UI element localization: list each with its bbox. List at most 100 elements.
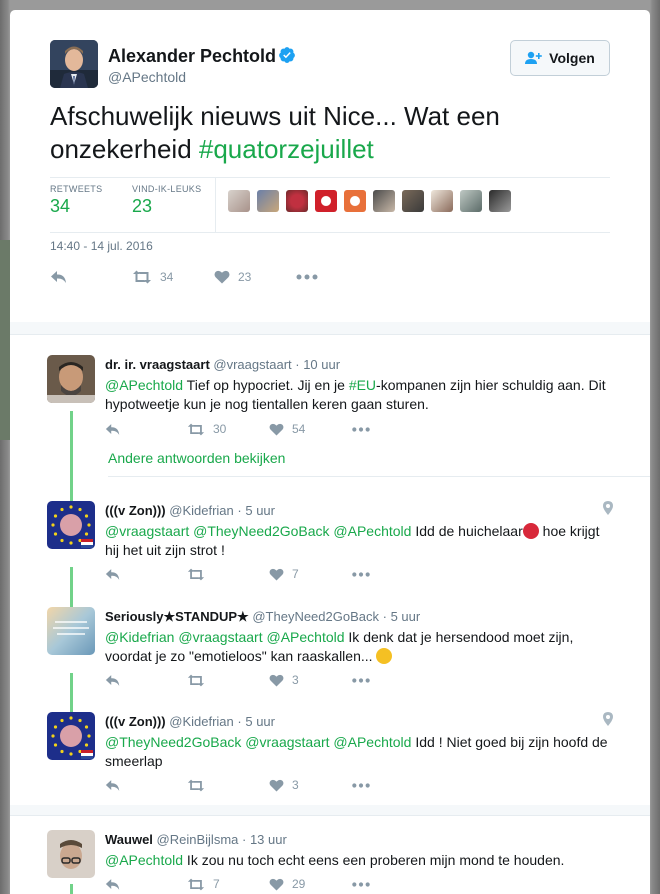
reply-button[interactable] xyxy=(50,270,132,284)
liker-avatar[interactable] xyxy=(489,190,511,212)
like-button[interactable]: 3 xyxy=(269,673,351,687)
retweet-count: 7 xyxy=(213,877,220,891)
liker-avatar[interactable] xyxy=(286,190,308,212)
reply-button[interactable] xyxy=(105,568,187,581)
reply-header: (((v Zon))) @Kidefrian · 5 uur xyxy=(105,714,275,729)
liker-avatar[interactable] xyxy=(315,190,337,212)
liker-avatar[interactable] xyxy=(257,190,279,212)
like-count: 7 xyxy=(292,567,299,581)
location-pin-icon[interactable] xyxy=(602,501,614,515)
retweets-count: 34 xyxy=(50,196,71,216)
more-button[interactable] xyxy=(351,571,371,577)
reply-button[interactable] xyxy=(105,674,187,687)
stats-divider xyxy=(215,178,216,232)
like-button[interactable]: 23 xyxy=(214,270,296,284)
retweet-icon xyxy=(187,423,205,435)
reply-author-handle[interactable]: @ReinBijlsma xyxy=(157,832,239,847)
retweet-count: 34 xyxy=(160,270,174,284)
retweet-button[interactable]: 30 xyxy=(187,422,269,436)
reply-time[interactable]: · 13 uur xyxy=(242,832,287,847)
like-button[interactable]: 3 xyxy=(269,778,351,792)
reply-time[interactable]: · 10 uur xyxy=(295,357,340,372)
author-handle[interactable]: @APechtold xyxy=(108,69,186,85)
reply-header: dr. ir. vraagstaart @vraagstaart · 10 uu… xyxy=(105,357,340,372)
likes-label: VIND-IK-LEUKS xyxy=(132,184,202,194)
reply-card: Wauwel @ReinBijlsma · 13 uur @APechtold … xyxy=(10,815,650,894)
more-button[interactable] xyxy=(296,274,318,280)
like-button[interactable]: 29 xyxy=(269,877,351,891)
main-tweet: Alexander Pechtold @APechtold Volgen Afs… xyxy=(10,10,650,322)
reply-avatar[interactable] xyxy=(47,607,95,655)
mention-link[interactable]: @APechtold xyxy=(105,852,183,868)
like-count: 23 xyxy=(238,270,252,284)
tweet-timestamp[interactable]: 14:40 - 14 jul. 2016 xyxy=(50,239,153,253)
liker-avatar[interactable] xyxy=(373,190,395,212)
reply-author-handle[interactable]: @Kidefrian xyxy=(169,714,234,729)
more-button[interactable] xyxy=(351,677,371,683)
reply-author-handle[interactable]: @vraagstaart xyxy=(213,357,291,372)
reply-author-name[interactable]: Wauwel xyxy=(105,832,153,847)
liker-avatar[interactable] xyxy=(344,190,366,212)
heart-icon xyxy=(269,423,284,436)
reply-author-handle[interactable]: @Kidefrian xyxy=(169,503,234,518)
reply-icon xyxy=(105,674,120,686)
reply-author-handle[interactable]: @TheyNeed2GoBack xyxy=(252,609,379,624)
retweet-button[interactable]: 34 xyxy=(132,270,214,284)
reply-button[interactable] xyxy=(105,779,187,792)
more-icon xyxy=(296,274,318,280)
mention-link[interactable]: @TheyNeed2GoBack @vraagstaart @APechtold xyxy=(105,734,411,750)
reply-avatar[interactable] xyxy=(47,501,95,549)
retweet-icon xyxy=(187,779,205,791)
more-button[interactable] xyxy=(351,426,371,432)
more-button[interactable] xyxy=(351,782,371,788)
reply-avatar[interactable] xyxy=(47,712,95,760)
reply-author-name[interactable]: (((v Zon))) xyxy=(105,503,166,518)
retweet-button[interactable]: 7 xyxy=(187,877,269,891)
likes-stat[interactable]: VIND-IK-LEUKS 23 xyxy=(132,184,201,217)
liker-avatar[interactable] xyxy=(431,190,453,212)
reply-icon xyxy=(51,271,66,283)
mention-link[interactable]: @Kidefrian @vraagstaart @APechtold xyxy=(105,629,345,645)
reply-time[interactable]: · 5 uur xyxy=(237,714,275,729)
mention-link[interactable]: @vraagstaart @TheyNeed2GoBack @APechtold xyxy=(105,523,411,539)
likes-count: 23 xyxy=(132,196,153,216)
reply-time[interactable]: · 5 uur xyxy=(237,503,275,518)
liker-avatar[interactable] xyxy=(460,190,482,212)
like-button[interactable]: 7 xyxy=(269,567,351,581)
reply-avatar[interactable] xyxy=(47,830,95,878)
reply-button[interactable] xyxy=(105,423,187,436)
more-icon xyxy=(352,881,370,887)
liker-avatar[interactable] xyxy=(402,190,424,212)
heart-icon xyxy=(269,779,284,792)
reply-actions: 3 xyxy=(105,673,371,687)
reply-header: Seriously★STANDUP★ @TheyNeed2GoBack · 5 … xyxy=(105,609,420,625)
author-avatar[interactable] xyxy=(50,40,98,88)
retweet-button[interactable] xyxy=(187,779,269,792)
reply-author-name[interactable]: (((v Zon))) xyxy=(105,714,166,729)
author-name[interactable]: Alexander Pechtold xyxy=(108,46,276,67)
hashtag-link[interactable]: #EU xyxy=(349,377,376,393)
tweet-actions: 34 23 xyxy=(50,270,318,284)
location-pin-icon[interactable] xyxy=(602,712,614,726)
reply-icon xyxy=(105,423,120,435)
retweets-stat[interactable]: RETWEETS 34 xyxy=(50,184,102,217)
like-button[interactable]: 54 xyxy=(269,422,351,436)
more-button[interactable] xyxy=(351,881,371,887)
liker-avatar[interactable] xyxy=(228,190,250,212)
hashtag-link[interactable]: #quatorzejuillet xyxy=(199,134,374,164)
retweet-button[interactable] xyxy=(187,674,269,687)
like-count: 3 xyxy=(292,778,299,792)
more-replies-link[interactable]: Andere antwoorden bekijken xyxy=(108,450,285,466)
reply-avatar[interactable] xyxy=(47,355,95,403)
more-icon xyxy=(352,677,370,683)
reply-time[interactable]: · 5 uur xyxy=(383,609,421,624)
reply-header: Wauwel @ReinBijlsma · 13 uur xyxy=(105,832,287,847)
reply-author-name[interactable]: Seriously★STANDUP★ xyxy=(105,609,249,624)
add-user-icon xyxy=(525,51,542,64)
reply-button[interactable] xyxy=(105,878,187,891)
retweet-button[interactable] xyxy=(187,568,269,581)
reply-author-name[interactable]: dr. ir. vraagstaart xyxy=(105,357,210,372)
follow-button[interactable]: Volgen xyxy=(510,40,610,76)
mention-link[interactable]: @APechtold xyxy=(105,377,183,393)
reply-body: Idd de huichelaar xyxy=(411,523,523,539)
